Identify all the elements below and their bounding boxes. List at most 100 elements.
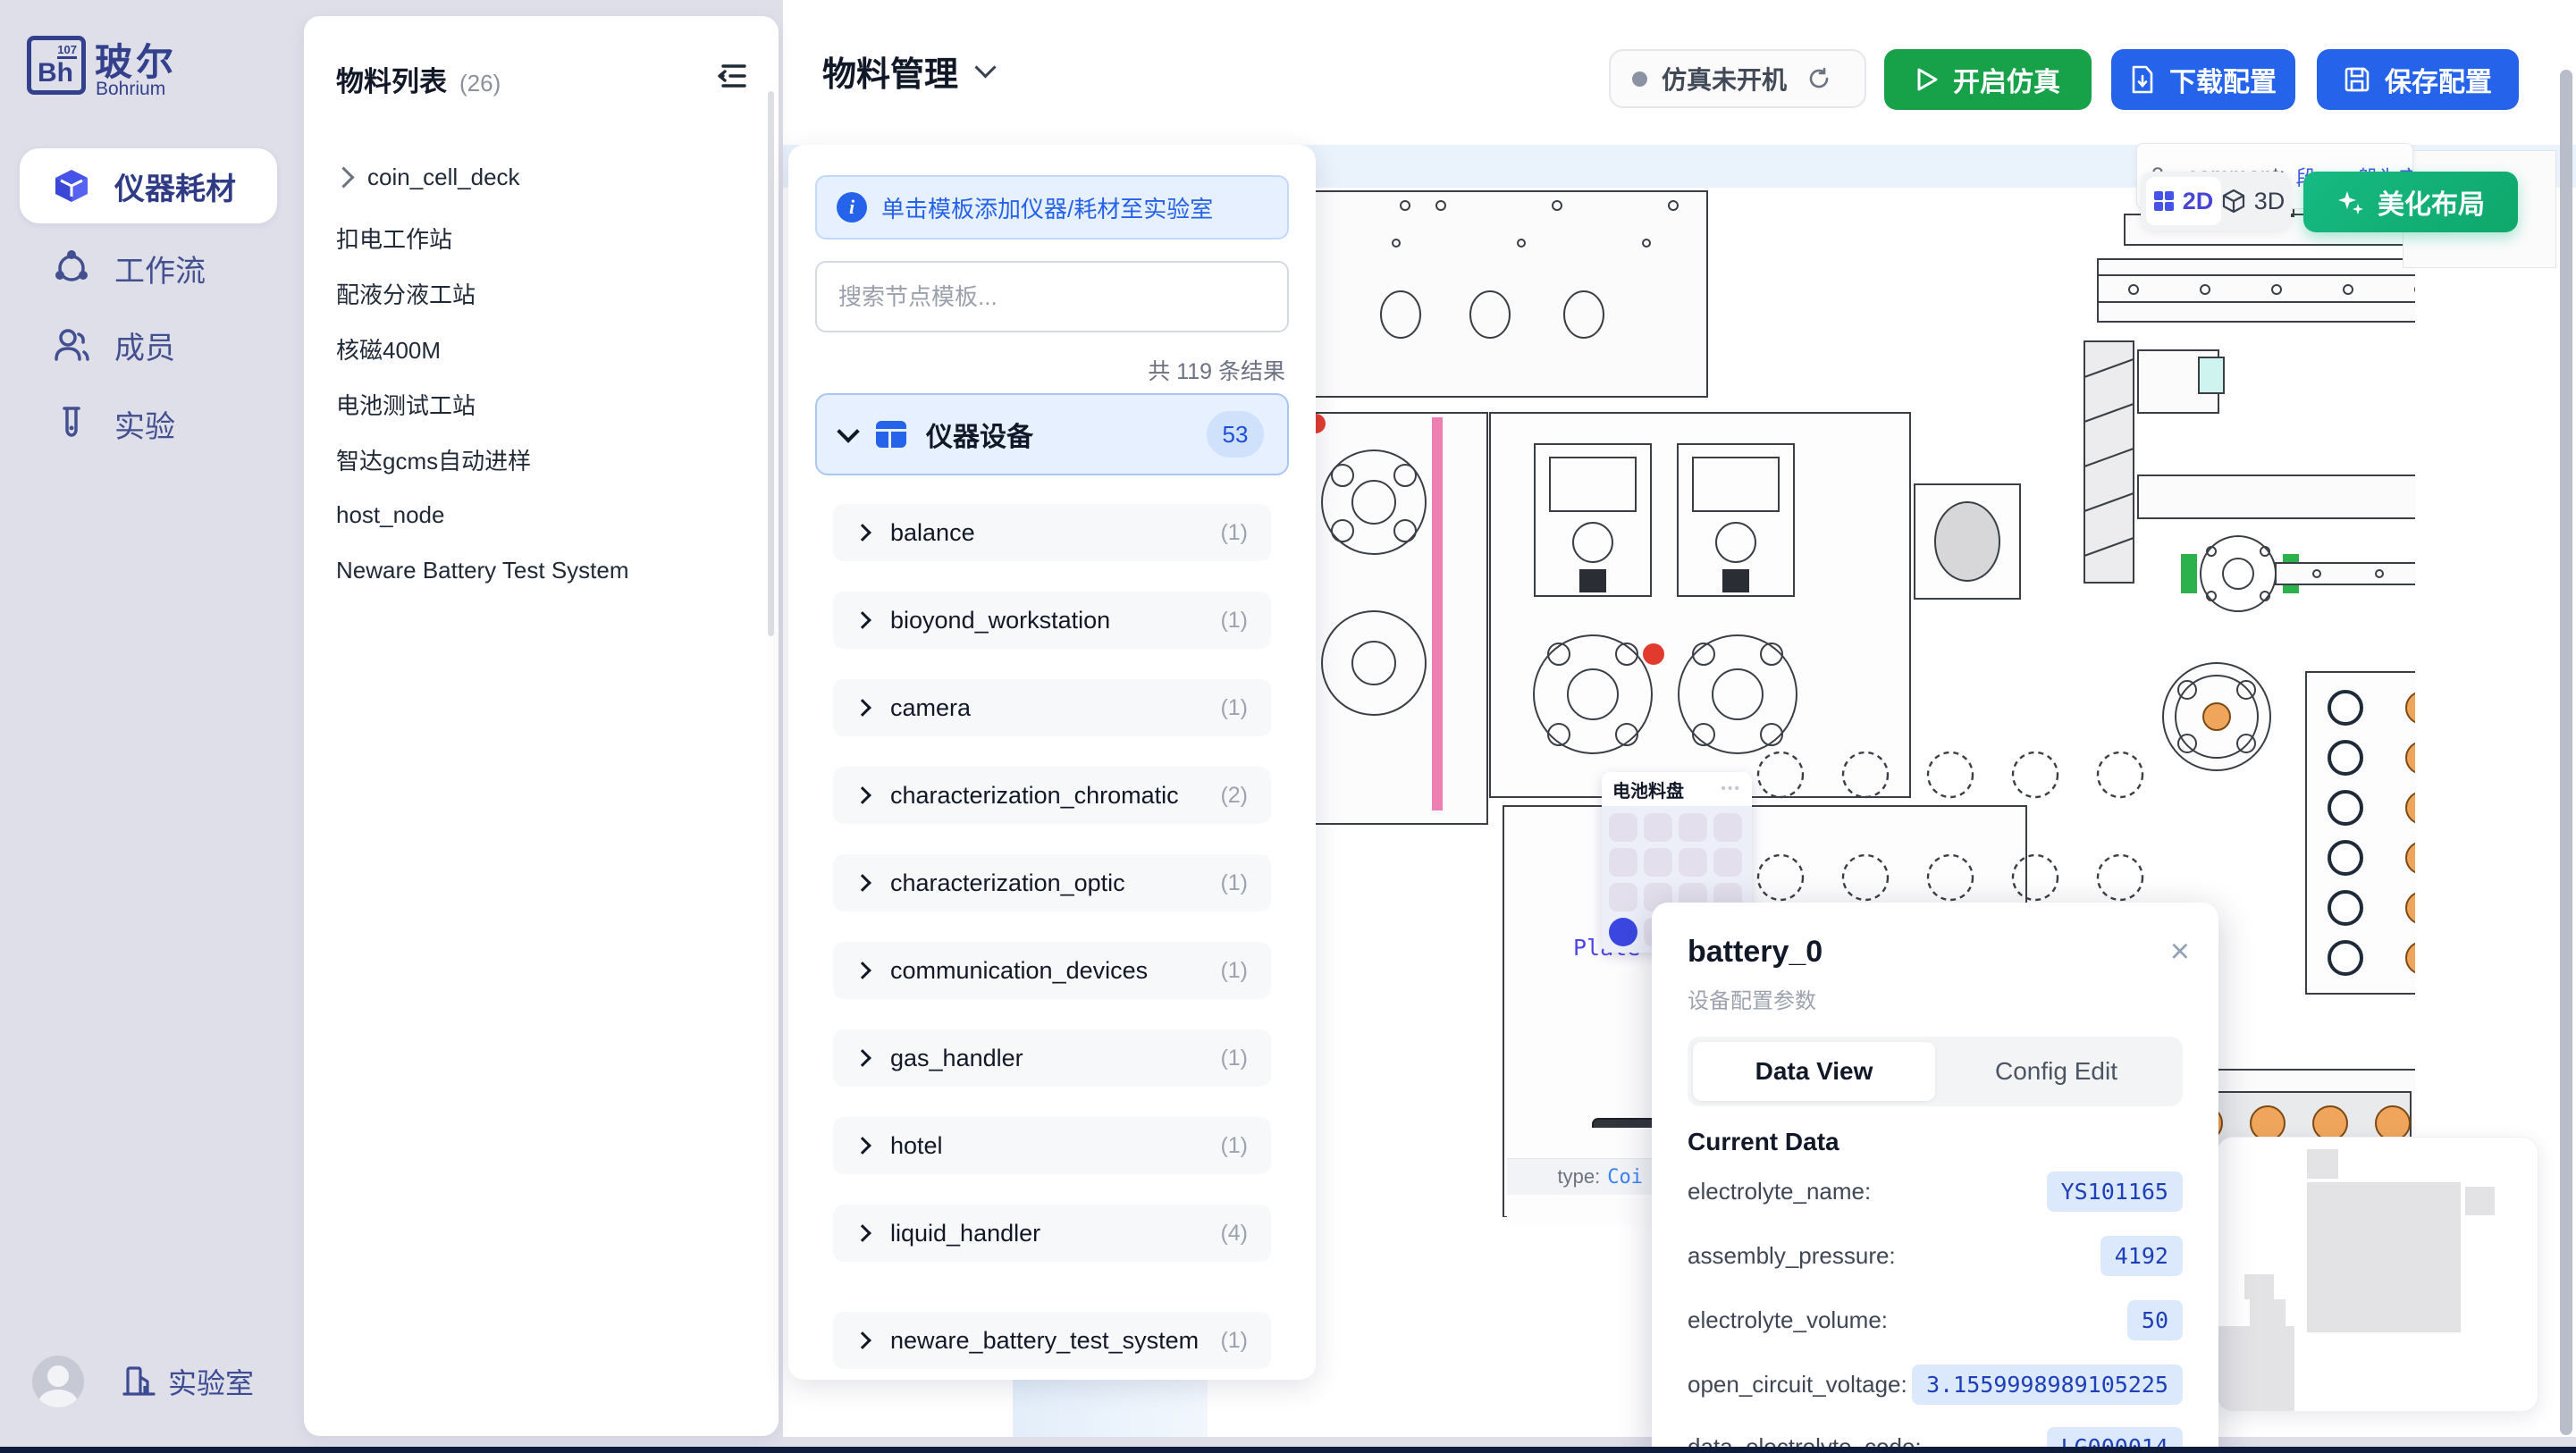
template-hint-text: 单击模板添加仪器/耗材至实验室 — [881, 191, 1213, 224]
download-config-button[interactable]: 下载配置 — [2111, 49, 2295, 110]
material-item[interactable]: 智达gcms自动进样 — [336, 438, 752, 481]
template-item-liquid-handler[interactable]: liquid_handler (4) — [833, 1205, 1271, 1262]
material-item[interactable]: 电池测试工站 — [336, 382, 752, 425]
data-row-value: 3.1559998989105225 — [1912, 1365, 2183, 1405]
tab-config-edit[interactable]: Config Edit — [1935, 1042, 2177, 1101]
page-title-text: 物料管理 — [822, 46, 958, 96]
type-key: type: — [1558, 1165, 1601, 1188]
chevron-right-icon — [854, 874, 871, 892]
template-item-count: (2) — [1220, 783, 1248, 809]
simulation-status-pill[interactable]: 仿真未开机 — [1609, 49, 1866, 108]
collapse-list-icon[interactable] — [714, 61, 746, 91]
template-item-label: bioyond_workstation — [890, 607, 1199, 634]
battery-slot[interactable] — [1679, 813, 1707, 842]
battery-slot[interactable] — [1609, 813, 1637, 842]
battery-slot[interactable] — [1644, 848, 1672, 877]
data-row-electrolyte-name: electrolyte_name: YS101165 — [1688, 1171, 2183, 1212]
data-row-label: electrolyte_name: — [1688, 1178, 1871, 1205]
template-item-balance[interactable]: balance (1) — [833, 504, 1271, 561]
chevron-right-icon — [854, 1331, 871, 1349]
battery-slot-selected[interactable] — [1609, 918, 1637, 946]
template-item-neware-battery-test-system[interactable]: neware_battery_test_system (1) — [833, 1312, 1271, 1369]
tab-data-view[interactable]: Data View — [1693, 1042, 1935, 1101]
battery-slot[interactable] — [1713, 848, 1742, 877]
more-menu-icon[interactable]: ••• — [1721, 781, 1741, 797]
material-item[interactable]: Neware Battery Test System — [336, 549, 752, 592]
result-count: 共 119 条结果 — [1148, 354, 1285, 386]
building-icon — [122, 1365, 156, 1398]
lab-entry-label: 实验室 — [168, 1361, 254, 1402]
toggle-2d-button[interactable]: 2D — [2146, 177, 2221, 225]
material-item[interactable]: host_node — [336, 493, 752, 536]
save-config-button[interactable]: 保存配置 — [2317, 49, 2519, 110]
template-group-instruments[interactable]: 仪器设备 53 — [815, 393, 1289, 475]
play-icon — [1915, 67, 1939, 92]
info-icon: i — [837, 192, 867, 223]
toggle-3d-label: 3D — [2254, 188, 2286, 215]
battery-detail-popup: battery_0 设备配置参数 × Data View Config Edit… — [1652, 903, 2218, 1453]
sidebar-item-label: 仪器耗材 — [114, 164, 236, 208]
sidebar-item-experiments[interactable]: 实验 — [20, 386, 277, 461]
data-row-electrolyte-volume: electrolyte_volume: 50 — [1688, 1299, 2183, 1340]
minimap[interactable] — [2217, 1137, 2538, 1412]
material-item[interactable]: 配液分液工站 — [336, 272, 752, 315]
chevron-right-icon — [854, 962, 871, 979]
toggle-2d-label: 2D — [2183, 188, 2214, 215]
battery-slot[interactable] — [1713, 813, 1742, 842]
battery-tray-title: 电池料盘 — [1612, 777, 1684, 802]
template-item-count: (1) — [1220, 1046, 1248, 1071]
template-item-label: communication_devices — [890, 957, 1199, 985]
save-config-label: 保存配置 — [2385, 60, 2492, 99]
battery-slot[interactable] — [1609, 883, 1637, 911]
status-dot-icon — [1632, 71, 1647, 87]
battery-slot[interactable] — [1644, 813, 1672, 842]
page-scrollbar[interactable] — [2560, 70, 2572, 1435]
sidebar-item-members[interactable]: 成员 — [20, 307, 277, 382]
material-item-label: 扣电工作站 — [336, 222, 452, 255]
close-icon[interactable]: × — [2170, 935, 2190, 969]
material-item-label: host_node — [336, 501, 444, 529]
template-item-count: (1) — [1220, 695, 1248, 721]
battery-slot[interactable] — [1609, 848, 1637, 877]
template-item-bioyond-workstation[interactable]: bioyond_workstation (1) — [833, 592, 1271, 649]
template-item-gas-handler[interactable]: gas_handler (1) — [833, 1029, 1271, 1087]
category-grid-icon — [876, 421, 906, 448]
bohrium-logo-icon: 107 Bh — [27, 36, 86, 95]
chevron-right-icon — [854, 1049, 871, 1067]
template-item-count: (1) — [1220, 520, 1248, 546]
template-item-characterization-optic[interactable]: characterization_optic (1) — [833, 854, 1271, 911]
sidebar-item-workflow[interactable]: 工作流 — [20, 231, 277, 306]
start-simulation-button[interactable]: 开启仿真 — [1884, 49, 2092, 110]
chevron-right-icon — [854, 786, 871, 804]
template-item-hotel[interactable]: hotel (1) — [833, 1117, 1271, 1174]
data-row-label: assembly_pressure: — [1688, 1242, 1896, 1270]
template-group-badge: 53 — [1207, 411, 1264, 458]
beautify-layout-button[interactable]: 美化布局 — [2303, 172, 2518, 232]
avatar[interactable] — [32, 1356, 84, 1407]
template-item-camera[interactable]: camera (1) — [833, 679, 1271, 736]
template-item-communication-devices[interactable]: communication_devices (1) — [833, 942, 1271, 999]
materials-scrollbar[interactable] — [768, 91, 774, 636]
material-item-label: 核磁400M — [336, 332, 441, 365]
chevron-right-icon — [854, 1224, 871, 1242]
logo-symbol: Bh — [38, 58, 73, 88]
node-properties-strip: type:Coi — [1507, 1128, 1652, 1226]
data-row-value: YS101165 — [2047, 1172, 2183, 1212]
status-text: 仿真未开机 — [1662, 61, 1787, 97]
chevron-down-icon — [837, 420, 859, 442]
lab-entry[interactable]: 实验室 — [122, 1361, 254, 1402]
battery-slot[interactable] — [1679, 848, 1707, 877]
material-item[interactable]: 核磁400M — [336, 327, 752, 370]
template-search-input[interactable] — [815, 261, 1289, 332]
page-title[interactable]: 物料管理 — [822, 46, 993, 96]
template-hint-banner: i 单击模板添加仪器/耗材至实验室 — [815, 175, 1289, 239]
sidebar-item-instruments[interactable]: 仪器耗材 — [20, 148, 277, 223]
refresh-icon[interactable] — [1806, 66, 1831, 91]
app-root: 107 Bh 玻尔 Bohrium 仪器耗材 工作流 — [0, 0, 2576, 1453]
material-item-expandable[interactable]: coin_cell_deck — [336, 155, 752, 198]
toggle-3d-button[interactable]: 3D — [2221, 188, 2286, 215]
data-row-label: electrolyte_volume: — [1688, 1306, 1888, 1334]
material-item[interactable]: 扣电工作站 — [336, 216, 752, 259]
template-item-characterization-chromatic[interactable]: characterization_chromatic (2) — [833, 767, 1271, 824]
popup-subtitle: 设备配置参数 — [1688, 983, 1816, 1014]
